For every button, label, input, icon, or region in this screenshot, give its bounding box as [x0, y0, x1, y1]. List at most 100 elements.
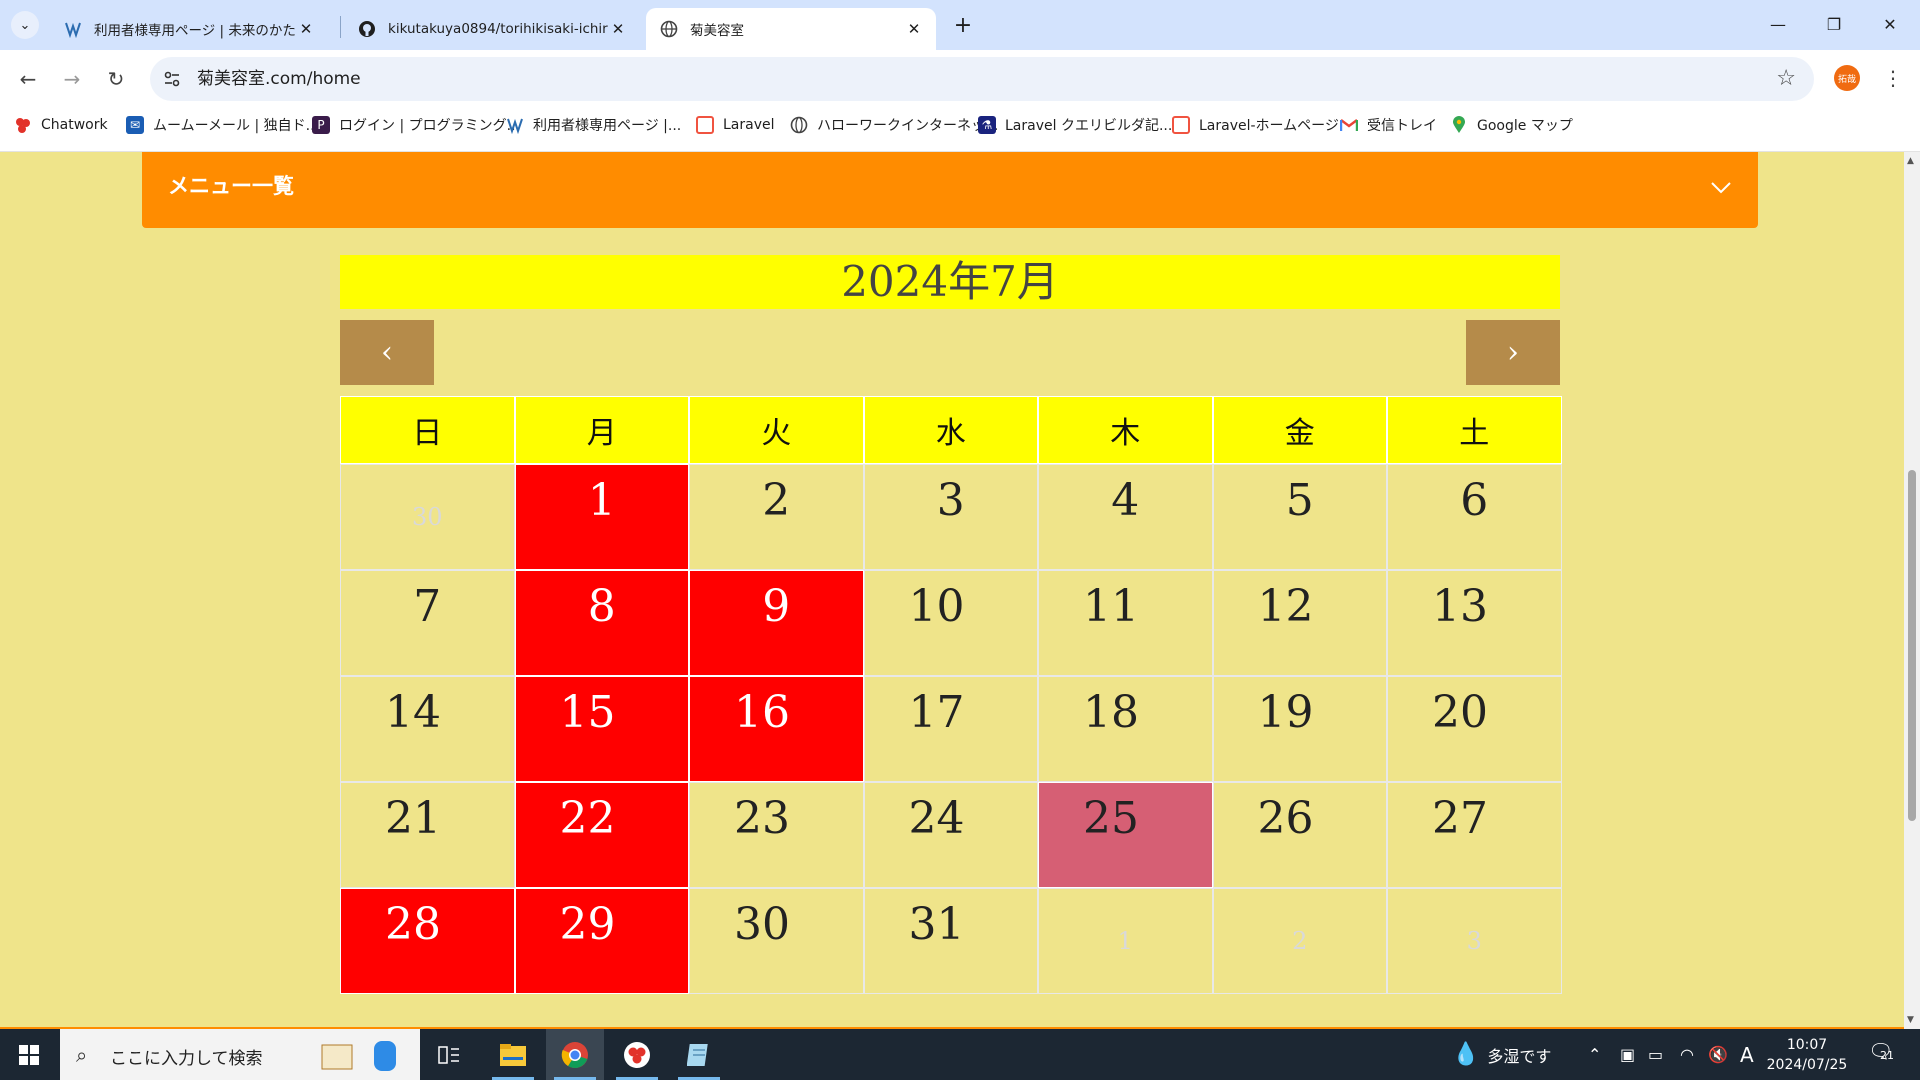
tab-1[interactable]: 利用者様専用ページ | 未来のかたち ✕: [50, 8, 328, 50]
calendar-day-cell-other-month[interactable]: 30: [340, 464, 515, 570]
calendar-day-number: 8: [587, 581, 616, 632]
calendar-day-number: 16: [734, 687, 790, 738]
calendar-day-cell[interactable]: 14: [340, 676, 515, 782]
calendar-day-cell-closed[interactable]: 22: [514, 782, 689, 888]
scroll-up-arrow-icon[interactable]: ▲: [1907, 156, 1914, 166]
windows-start-icon[interactable]: [0, 1029, 58, 1080]
battery-icon[interactable]: ▭: [1648, 1029, 1663, 1080]
calendar-day-cell-closed[interactable]: 28: [340, 888, 515, 994]
calendar-day-number: 2: [1292, 927, 1308, 955]
taskbar-search-box[interactable]: ⌕ ここに入力して検索: [60, 1029, 420, 1080]
calendar-day-number: 3: [1466, 927, 1482, 955]
calendar-day-cell[interactable]: 17: [863, 676, 1038, 782]
calendar-day-cell[interactable]: 10: [863, 570, 1038, 676]
calendar-day-cell[interactable]: 2: [689, 464, 864, 570]
menu-accordion[interactable]: メニュー一覧: [142, 152, 1758, 228]
laravel-icon: [696, 116, 714, 134]
task-view-icon[interactable]: [420, 1029, 478, 1080]
calendar-day-cell[interactable]: 3: [863, 464, 1038, 570]
calendar-day-cell-today[interactable]: 25: [1038, 782, 1213, 888]
calendar-day-cell[interactable]: 12: [1212, 570, 1387, 676]
minimize-icon[interactable]: —: [1750, 0, 1806, 48]
calendar-day-cell[interactable]: 23: [689, 782, 864, 888]
calendar-day-cell-closed[interactable]: 15: [514, 676, 689, 782]
site-info-icon[interactable]: [162, 69, 182, 89]
bookmark-user-page[interactable]: 利用者様専用ページ |...: [506, 108, 681, 142]
calendar-day-cell[interactable]: 13: [1387, 570, 1562, 676]
weather-widget[interactable]: 💧 多湿です: [1452, 1029, 1551, 1080]
notification-center-icon[interactable]: 🗨 21: [1866, 1039, 1902, 1071]
taskbar-clock[interactable]: 10:07 2024/07/25: [1762, 1035, 1852, 1075]
calendar-day-cell[interactable]: 24: [863, 782, 1038, 888]
bookmark-programming-login[interactable]: P ログイン | プログラミング...: [312, 108, 520, 142]
bookmark-label: ハローワークインターネッ...: [817, 118, 999, 134]
window-close-icon[interactable]: ✕: [1862, 0, 1918, 48]
page-scrollbar[interactable]: ▲ ▼: [1904, 152, 1920, 1029]
tab-close-icon[interactable]: ✕: [296, 19, 316, 39]
calendar-day-cell-other-month[interactable]: 2: [1212, 888, 1387, 994]
reload-icon[interactable]: ↻: [100, 63, 132, 95]
calendar-day-cell-other-month[interactable]: 3: [1387, 888, 1562, 994]
bookmark-laravel-home[interactable]: Laravel-ホームページ: [1172, 108, 1339, 142]
file-explorer-icon[interactable]: [484, 1029, 542, 1080]
calendar-day-cell-other-month[interactable]: 1: [1038, 888, 1213, 994]
bookmark-google-maps[interactable]: Google マップ: [1450, 108, 1573, 142]
calendar-day-cell[interactable]: 26: [1212, 782, 1387, 888]
calendar-week-row: 7 8 9 10 11 12 13: [340, 570, 1562, 676]
browser-menu-icon[interactable]: ⋮: [1880, 65, 1906, 91]
bookmark-gmail[interactable]: 受信トレイ: [1340, 108, 1437, 142]
meet-now-icon[interactable]: ▣: [1620, 1029, 1635, 1080]
calendar-day-cell[interactable]: 19: [1212, 676, 1387, 782]
calendar-day-cell[interactable]: 6: [1387, 464, 1562, 570]
calendar-day-cell[interactable]: 7: [340, 570, 515, 676]
chatwork-app-icon[interactable]: [608, 1029, 666, 1080]
calendar-day-cell[interactable]: 30: [689, 888, 864, 994]
bookmark-hellowork[interactable]: ハローワークインターネッ...: [790, 108, 998, 142]
taskbar-search-placeholder: ここに入力して検索: [110, 1049, 263, 1069]
calendar-day-cell-closed[interactable]: 29: [514, 888, 689, 994]
calendar-day-cell[interactable]: 18: [1038, 676, 1213, 782]
calendar-day-cell-closed[interactable]: 1: [514, 464, 689, 570]
tab-3[interactable]: 菊美容室 ✕: [646, 8, 936, 50]
calendar-day-number: 21: [385, 793, 441, 844]
calendar-day-cell-closed[interactable]: 9: [689, 570, 864, 676]
scrollbar-thumb[interactable]: [1908, 470, 1916, 821]
speaker-muted-icon[interactable]: 🔇: [1708, 1029, 1728, 1080]
calendar-day-cell[interactable]: 11: [1038, 570, 1213, 676]
tab-2[interactable]: kikutakuya0894/torihikisaki-ichiran ✕: [344, 8, 640, 50]
wifi-icon[interactable]: ◠: [1680, 1029, 1694, 1080]
bookmark-chatwork[interactable]: Chatwork: [14, 108, 108, 142]
tab-close-icon[interactable]: ✕: [904, 19, 924, 39]
bookmark-star-icon[interactable]: ☆: [1776, 57, 1796, 101]
calendar-day-cell[interactable]: 21: [340, 782, 515, 888]
calendar-day-cell[interactable]: 27: [1387, 782, 1562, 888]
back-arrow-icon[interactable]: ←: [12, 63, 44, 95]
calendar-day-cell-closed[interactable]: 8: [514, 570, 689, 676]
bookmark-laravel[interactable]: Laravel: [696, 108, 775, 142]
new-tab-icon[interactable]: +: [950, 12, 976, 38]
restore-icon[interactable]: ❐: [1806, 0, 1862, 48]
bookmark-laravel-query-builder[interactable]: ⚗ Laravel クエリビルダ記...: [978, 108, 1172, 142]
address-bar[interactable]: 菊美容室.com/home ☆: [150, 57, 1814, 101]
globe-icon: [660, 20, 678, 38]
forward-arrow-icon[interactable]: →: [56, 63, 88, 95]
ime-indicator[interactable]: A: [1740, 1029, 1754, 1080]
chrome-icon[interactable]: [546, 1029, 604, 1080]
tab-close-icon[interactable]: ✕: [608, 19, 628, 39]
tray-overflow-chevron-icon[interactable]: ⌃: [1588, 1029, 1601, 1080]
bookmarks-bar: Chatwork ✉ ムームーメール | 独自ド... P ログイン | プログラミ…: [0, 108, 1920, 152]
prev-month-button[interactable]: ‹: [340, 320, 434, 385]
notepad-app-icon[interactable]: [670, 1029, 728, 1080]
calendar-day-cell-closed[interactable]: 16: [689, 676, 864, 782]
calendar-day-cell[interactable]: 5: [1212, 464, 1387, 570]
profile-avatar[interactable]: 拓哉: [1834, 65, 1860, 91]
bookmark-muumuu-mail[interactable]: ✉ ムームーメール | 独自ド...: [126, 108, 319, 142]
url-text[interactable]: 菊美容室.com/home: [197, 57, 361, 101]
tab-search-chevron-icon[interactable]: ⌄: [11, 11, 39, 39]
chevron-down-icon[interactable]: [1706, 172, 1736, 202]
calendar-day-cell[interactable]: 4: [1038, 464, 1213, 570]
calendar-day-cell[interactable]: 31: [863, 888, 1038, 994]
calendar-day-cell[interactable]: 20: [1387, 676, 1562, 782]
next-month-button[interactable]: ›: [1466, 320, 1560, 385]
scroll-down-arrow-icon[interactable]: ▼: [1907, 1015, 1914, 1025]
